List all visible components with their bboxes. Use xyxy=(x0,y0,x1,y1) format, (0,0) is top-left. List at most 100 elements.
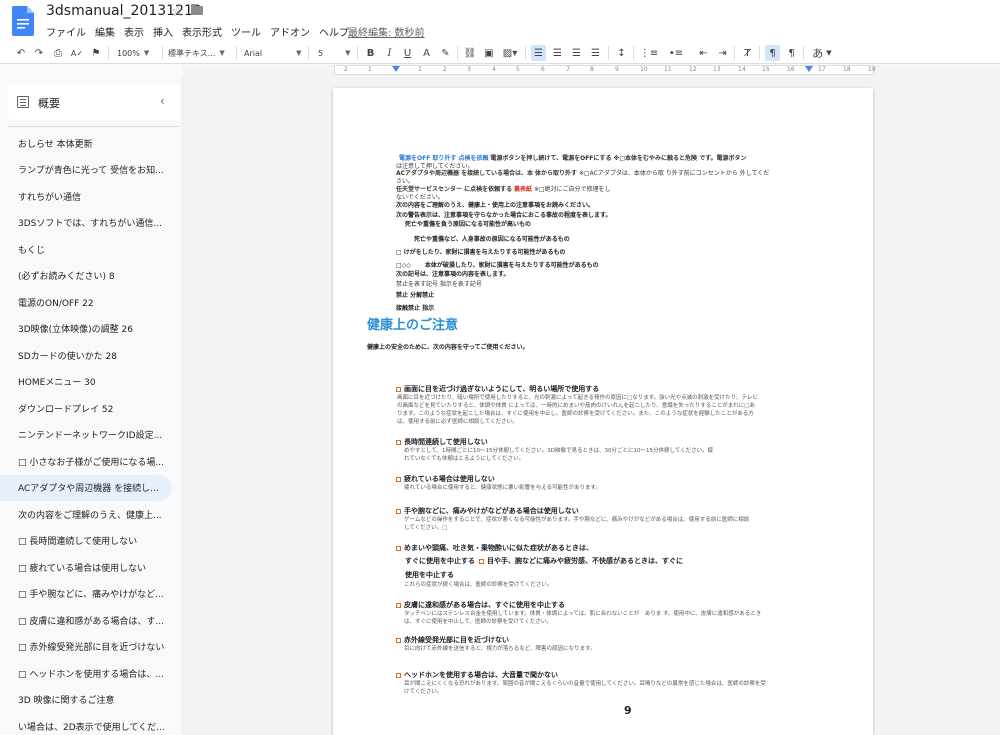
outline-item[interactable]: HOMEメニュー 30 xyxy=(0,369,172,395)
input-tools-button[interactable]: あ ▼ xyxy=(810,42,834,64)
outline-item[interactable]: SDカードの使いかた 28 xyxy=(0,342,172,368)
menu-help[interactable]: ヘルプ xyxy=(319,24,349,39)
left-indent-marker-icon[interactable] xyxy=(392,66,400,72)
align-left-icon[interactable]: ☰ xyxy=(531,45,546,61)
ruler-number: 6 xyxy=(541,66,545,73)
section-title: 疲れている場合は使用しない xyxy=(396,474,495,484)
zoom-value: 100% xyxy=(117,48,140,58)
outline-item[interactable]: 3D 映像に関するご注意 xyxy=(0,687,172,713)
section-title: ヘッドホンを使用する場合は、大音量で聞かない xyxy=(396,670,558,680)
ruler-number: 15 xyxy=(762,66,770,73)
intro-line-12: □◇◇ 本体が破損したり、家財に損害を与えたりする可能性があるもの xyxy=(396,262,599,269)
link-icon[interactable]: ⛓ xyxy=(463,42,477,64)
section-body-line: 疲れている場合に使用すると、健康状態に悪い影響を与える可能性があります。 xyxy=(404,485,601,491)
zoom-select[interactable]: 100% ▼ xyxy=(117,42,157,64)
font-select[interactable]: Arial ▼ xyxy=(244,42,304,64)
section-title-line-2b: 目や手、腕などに痛みや疲労感、不快感があるときは、すぐに xyxy=(487,557,683,565)
outline-item[interactable]: 3D映像(立体映像)の調整 26 xyxy=(0,316,172,342)
section-title: 画面に目を近づけ過ぎないようにして、明るい場所で使用する xyxy=(396,384,599,394)
toolbar-divider xyxy=(457,46,458,60)
menu-tools[interactable]: ツール xyxy=(231,24,261,39)
menu-addons[interactable]: アドオン xyxy=(270,24,310,39)
outline-item[interactable]: 次の内容をご理解のうえ、健康上... xyxy=(0,501,172,527)
ltr-text-icon[interactable]: ¶ xyxy=(765,45,780,61)
right-indent-marker-icon[interactable] xyxy=(805,66,813,72)
toolbar-divider xyxy=(308,46,309,60)
highlight-icon[interactable]: ✎ xyxy=(439,42,452,64)
outline-item[interactable]: い場合は、2D表示で使用してくだ... xyxy=(0,713,172,735)
menu-edit[interactable]: 編集 xyxy=(95,24,115,39)
undo-icon[interactable]: ↶ xyxy=(14,42,28,64)
outline-item[interactable]: (必ずお読みください) 8 xyxy=(0,263,172,289)
spellcheck-icon[interactable]: A✓ xyxy=(70,42,84,64)
outline-item[interactable]: ランプが青色に光って 受信をお知... xyxy=(0,157,172,183)
intro-line-1: 電源をOFF 取り外す 点検を依頼 電源ボタンを押し続けて、電源をOFFにする … xyxy=(399,155,747,162)
redo-icon[interactable]: ↷ xyxy=(32,42,46,64)
section-title-line-2a: すぐに使用を中止する xyxy=(405,557,475,565)
toolbar-divider xyxy=(803,46,804,60)
outline-item[interactable]: □ 赤外線受発光部に目を近づけない xyxy=(0,634,172,660)
menu-insert[interactable]: 挿入 xyxy=(153,24,173,39)
increase-indent-icon[interactable]: ⇥ xyxy=(715,42,730,64)
outline-item[interactable]: 3DSソフトでは、すれちがい通信... xyxy=(0,210,172,236)
font-size-select[interactable]: 5 ▼ xyxy=(318,42,352,64)
outline-item[interactable]: □ 疲れている場合は使用しない xyxy=(0,554,172,580)
toolbar-divider xyxy=(236,46,237,60)
insert-image-icon[interactable]: ▨▾ xyxy=(500,42,520,64)
text-color-icon[interactable]: A xyxy=(420,42,433,64)
outline-icon xyxy=(17,96,29,108)
section-title: 手や腕などに、痛みやけがなどがある場合は使用しない xyxy=(396,506,579,516)
ruler-number: 5 xyxy=(516,66,520,73)
intro-line-7: 次の内容をご理解のうえ、健康上・使用上の注意事項をお読みください。 xyxy=(396,202,595,209)
outline-item[interactable]: もくじ xyxy=(0,236,172,262)
outline-item[interactable]: □ ヘッドホンを使用する場合は、... xyxy=(0,660,172,686)
outline-item[interactable]: □ 皮膚に違和感がある場合は、す... xyxy=(0,607,172,633)
intro-line-12-text: 本体が破損したり、家財に損害を与えたりする可能性があるもの xyxy=(424,262,599,269)
align-right-icon[interactable]: ☰ xyxy=(569,42,584,64)
outline-item[interactable]: □ 小さなお子様がご使用になる場... xyxy=(0,448,172,474)
intro-line-4: さい。 xyxy=(396,178,415,185)
menu-format[interactable]: 表示形式 xyxy=(182,24,222,39)
bulleted-list-icon[interactable]: •≡ xyxy=(666,42,686,64)
ruler-number: 2 xyxy=(443,66,447,73)
page-number: 9 xyxy=(624,704,632,717)
intro-line-3-rest: ※□ACアダプタは、本体から取 り外す前にコンセントから 外してくだ xyxy=(578,170,770,177)
checkbox-square-icon xyxy=(396,386,401,392)
outline-item[interactable]: おしらせ 本体更新 xyxy=(0,130,172,156)
rtl-text-icon[interactable]: ¶ xyxy=(784,42,799,64)
menu-view[interactable]: 表示 xyxy=(124,24,144,39)
clear-formatting-icon[interactable]: Ⱦ xyxy=(740,42,755,64)
ruler-number: 13 xyxy=(713,66,721,73)
align-center-icon[interactable]: ☰ xyxy=(550,42,565,64)
last-edit-link[interactable]: 最終編集: 数秒前 xyxy=(348,24,425,39)
underline-icon[interactable]: U xyxy=(401,42,414,64)
section-body-line: けてください。 xyxy=(404,688,443,695)
outline-item[interactable]: すれちがい通信 xyxy=(0,183,172,209)
print-icon[interactable]: ⎙ xyxy=(51,42,65,64)
align-justify-icon[interactable]: ☰ xyxy=(588,42,603,64)
outline-item[interactable]: □ 手や腕などに、痛みやけがなど... xyxy=(0,581,172,607)
italic-icon[interactable]: I xyxy=(383,42,396,64)
section-title-text: 赤外線受発光部に目を近づけない xyxy=(404,636,509,644)
bold-icon[interactable]: B xyxy=(364,42,377,64)
paint-format-icon[interactable]: ⚑ xyxy=(89,42,103,64)
decrease-indent-icon[interactable]: ⇤ xyxy=(696,42,711,64)
folder-icon[interactable] xyxy=(191,4,203,15)
outline-item[interactable]: 電源のON/OFF 22 xyxy=(0,289,172,315)
numbered-list-icon[interactable]: ⋮≡ xyxy=(639,42,659,64)
outline-item[interactable]: ニンテンドーネットワークID設定... xyxy=(0,422,172,448)
outline-item[interactable]: ダウンロードプレイ 52 xyxy=(0,395,172,421)
ruler-number: 14 xyxy=(738,66,746,73)
section-title-line-2: すぐに使用を中止する 目や手、腕などに痛みや疲労感、不快感があるときは、すぐに xyxy=(405,556,683,566)
line-spacing-icon[interactable]: ↕ xyxy=(614,42,629,64)
menu-file[interactable]: ファイル xyxy=(46,24,86,39)
star-icon[interactable]: ☆ xyxy=(171,2,184,20)
outline-item[interactable]: ACアダプタや周辺機器 を接続し... xyxy=(0,474,172,501)
input-tools-label: あ xyxy=(812,47,824,60)
intro-line-10: 死亡や重傷など、人身事故の原因になる可能性があるもの xyxy=(414,236,570,243)
google-docs-logo-icon[interactable] xyxy=(12,6,34,36)
chevron-left-icon[interactable]: ‹ xyxy=(160,94,165,108)
outline-item[interactable]: □ 長時間連続して使用しない xyxy=(0,528,172,554)
style-select[interactable]: 標準テキス... ▼ xyxy=(168,42,230,64)
comment-icon[interactable]: ▣ xyxy=(482,42,496,64)
